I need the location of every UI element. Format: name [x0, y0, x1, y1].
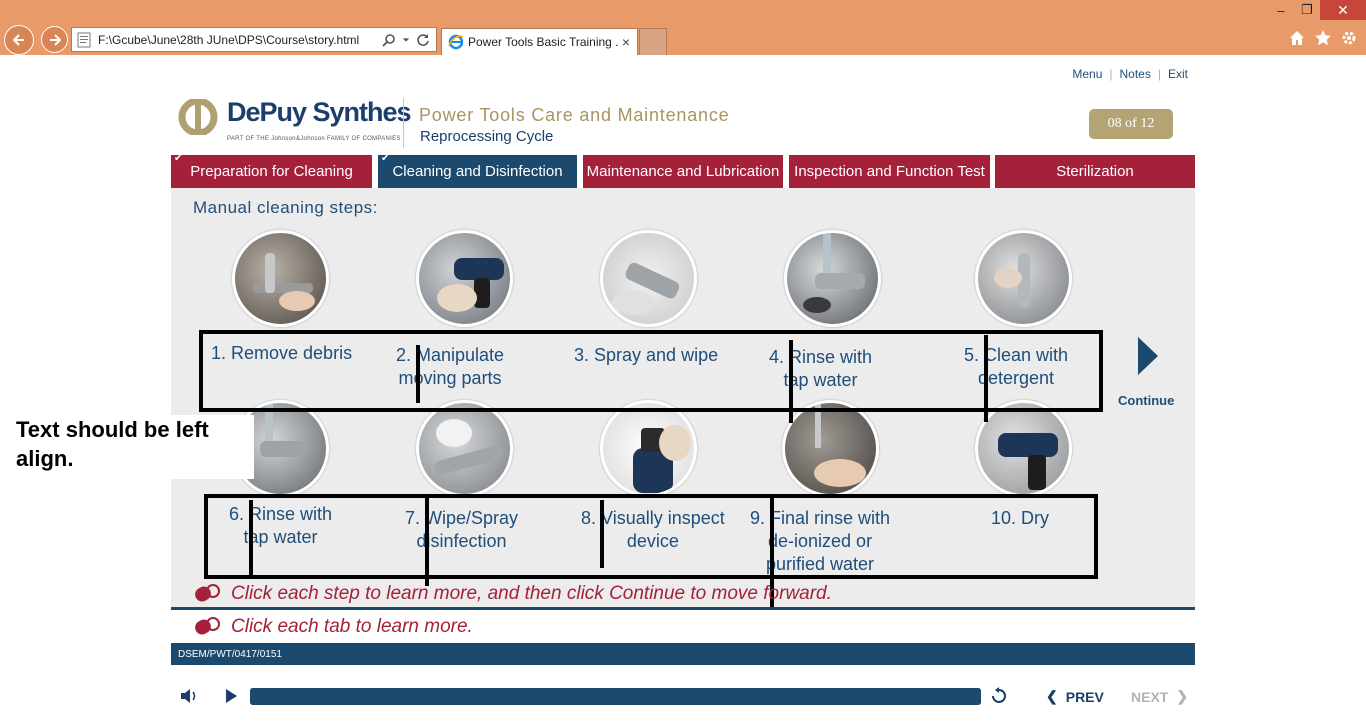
annotation-line: [600, 500, 604, 568]
annotation-line: [789, 340, 793, 423]
logo-text: DePuy Synthes: [227, 97, 412, 127]
tab-label: Inspection and Function Test: [794, 163, 985, 180]
favorites-icon[interactable]: [1314, 29, 1332, 47]
annotation-line: [416, 345, 420, 403]
chevron-right-icon: ❯: [1176, 688, 1189, 704]
progress-fill: [250, 688, 981, 705]
depuy-synthes-logo: DePuy Synthes PART OF THE Johnson&Johnso…: [177, 97, 412, 151]
step-3-image[interactable]: [600, 230, 697, 327]
instruction-text: Click each tab to learn more.: [231, 616, 473, 637]
header-divider: [403, 98, 404, 148]
settings-icon[interactable]: [1340, 29, 1358, 47]
section-tabs: ✔ Preparation for Cleaning ✔ Cleaning an…: [171, 153, 1195, 188]
tab-cleaning-and-disinfection[interactable]: ✔ Cleaning and Disinfection: [378, 153, 577, 188]
annotation-note: Text should be left align.: [14, 415, 254, 479]
annotation-line: [249, 500, 253, 579]
continue-button[interactable]: Continue: [1118, 393, 1174, 408]
footer-code-bar: DSEM/PWT/0417/0151: [171, 643, 1195, 665]
tab-title: Power Tools Basic Training ...: [468, 35, 619, 49]
mouse-click-icon: [195, 584, 220, 602]
instruction-steps: Click each step to learn more, and then …: [191, 583, 832, 605]
tab-inspection-and-function-test[interactable]: Inspection and Function Test: [789, 155, 990, 188]
window-controls: – ❐ ✕: [1268, 0, 1366, 20]
restore-button[interactable]: ❐: [1294, 0, 1320, 20]
step-2-image[interactable]: [416, 230, 513, 327]
volume-icon[interactable]: [180, 688, 198, 704]
tab-close-icon[interactable]: ×: [619, 34, 633, 50]
annotation-box-row-1: [199, 330, 1103, 412]
tab-label: Preparation for Cleaning: [190, 163, 353, 180]
menu-link[interactable]: Menu: [1072, 67, 1102, 81]
minimize-button[interactable]: –: [1268, 0, 1294, 20]
step-9-image[interactable]: [782, 400, 879, 497]
page-counter: 08 of 12: [1089, 109, 1173, 139]
tab-sterilization[interactable]: Sterilization: [995, 155, 1195, 188]
dropdown-icon[interactable]: [402, 36, 410, 44]
tab-maintenance-and-lubrication[interactable]: Maintenance and Lubrication: [583, 155, 783, 188]
step-10-image[interactable]: [975, 400, 1072, 497]
home-icon[interactable]: [1288, 29, 1306, 47]
forward-icon: [49, 33, 61, 46]
replay-icon[interactable]: [990, 687, 1008, 705]
address-bar[interactable]: F:\Gcube\June\28th JUne\DPS\Course\story…: [71, 27, 437, 52]
tab-label: Sterilization: [1056, 163, 1134, 180]
continue-arrow-icon[interactable]: [1136, 335, 1160, 377]
course-subtitle: Reprocessing Cycle: [420, 128, 554, 145]
browser-toolbar-icons: [1288, 29, 1358, 47]
search-icon[interactable]: [382, 33, 396, 47]
completed-check-icon: ✔: [381, 153, 390, 164]
next-label: NEXT: [1131, 688, 1169, 705]
back-button[interactable]: [4, 25, 34, 55]
close-window-button[interactable]: ✕: [1320, 0, 1366, 20]
address-url[interactable]: F:\Gcube\June\28th JUne\DPS\Course\story…: [98, 33, 382, 47]
tab-label: Maintenance and Lubrication: [586, 163, 780, 180]
tab-preparation-for-cleaning[interactable]: ✔ Preparation for Cleaning: [171, 153, 372, 188]
logo-mark-icon: [178, 99, 218, 135]
annotation-box-row-2: [204, 494, 1098, 579]
step-1-image[interactable]: [232, 230, 329, 327]
next-button[interactable]: NEXT ❯: [1131, 688, 1188, 705]
section-heading: Manual cleaning steps:: [193, 198, 378, 217]
ie-icon: [448, 34, 464, 50]
step-8-image[interactable]: [600, 400, 697, 497]
annotation-line: [425, 498, 429, 586]
forward-button[interactable]: [41, 26, 68, 53]
completed-check-icon: ✔: [174, 153, 183, 164]
prev-label: PREV: [1065, 688, 1104, 705]
link-separator: |: [1157, 67, 1161, 81]
step-7-image[interactable]: [416, 400, 513, 497]
step-4-image[interactable]: [784, 230, 881, 327]
step-5-image[interactable]: [975, 230, 1072, 327]
exit-link[interactable]: Exit: [1168, 67, 1188, 81]
logo-tagline: PART OF THE Johnson&Johnson FAMILY OF CO…: [227, 136, 401, 142]
back-icon: [12, 34, 24, 46]
chevron-left-icon: ❮: [1046, 688, 1058, 704]
course-title: Power Tools Care and Maintenance: [419, 105, 730, 125]
tab-label: Cleaning and Disinfection: [392, 163, 563, 180]
prev-button[interactable]: ❮ PREV: [1046, 688, 1104, 705]
instruction-tabs: Click each tab to learn more.: [191, 616, 473, 638]
browser-tab[interactable]: Power Tools Basic Training ... ×: [441, 28, 638, 55]
link-separator: |: [1109, 67, 1113, 81]
instruction-text: Click each step to learn more, and then …: [231, 583, 832, 604]
play-icon[interactable]: [224, 688, 238, 704]
mouse-click-icon: [195, 617, 220, 635]
progress-bar[interactable]: [250, 688, 981, 705]
refresh-icon[interactable]: [416, 33, 430, 47]
top-links: Menu | Notes | Exit: [1072, 67, 1188, 81]
document-code: DSEM/PWT/0417/0151: [178, 648, 282, 660]
page-icon: [77, 32, 91, 47]
new-tab-button[interactable]: [639, 28, 667, 55]
annotation-line: [984, 335, 988, 422]
notes-link[interactable]: Notes: [1120, 67, 1151, 81]
